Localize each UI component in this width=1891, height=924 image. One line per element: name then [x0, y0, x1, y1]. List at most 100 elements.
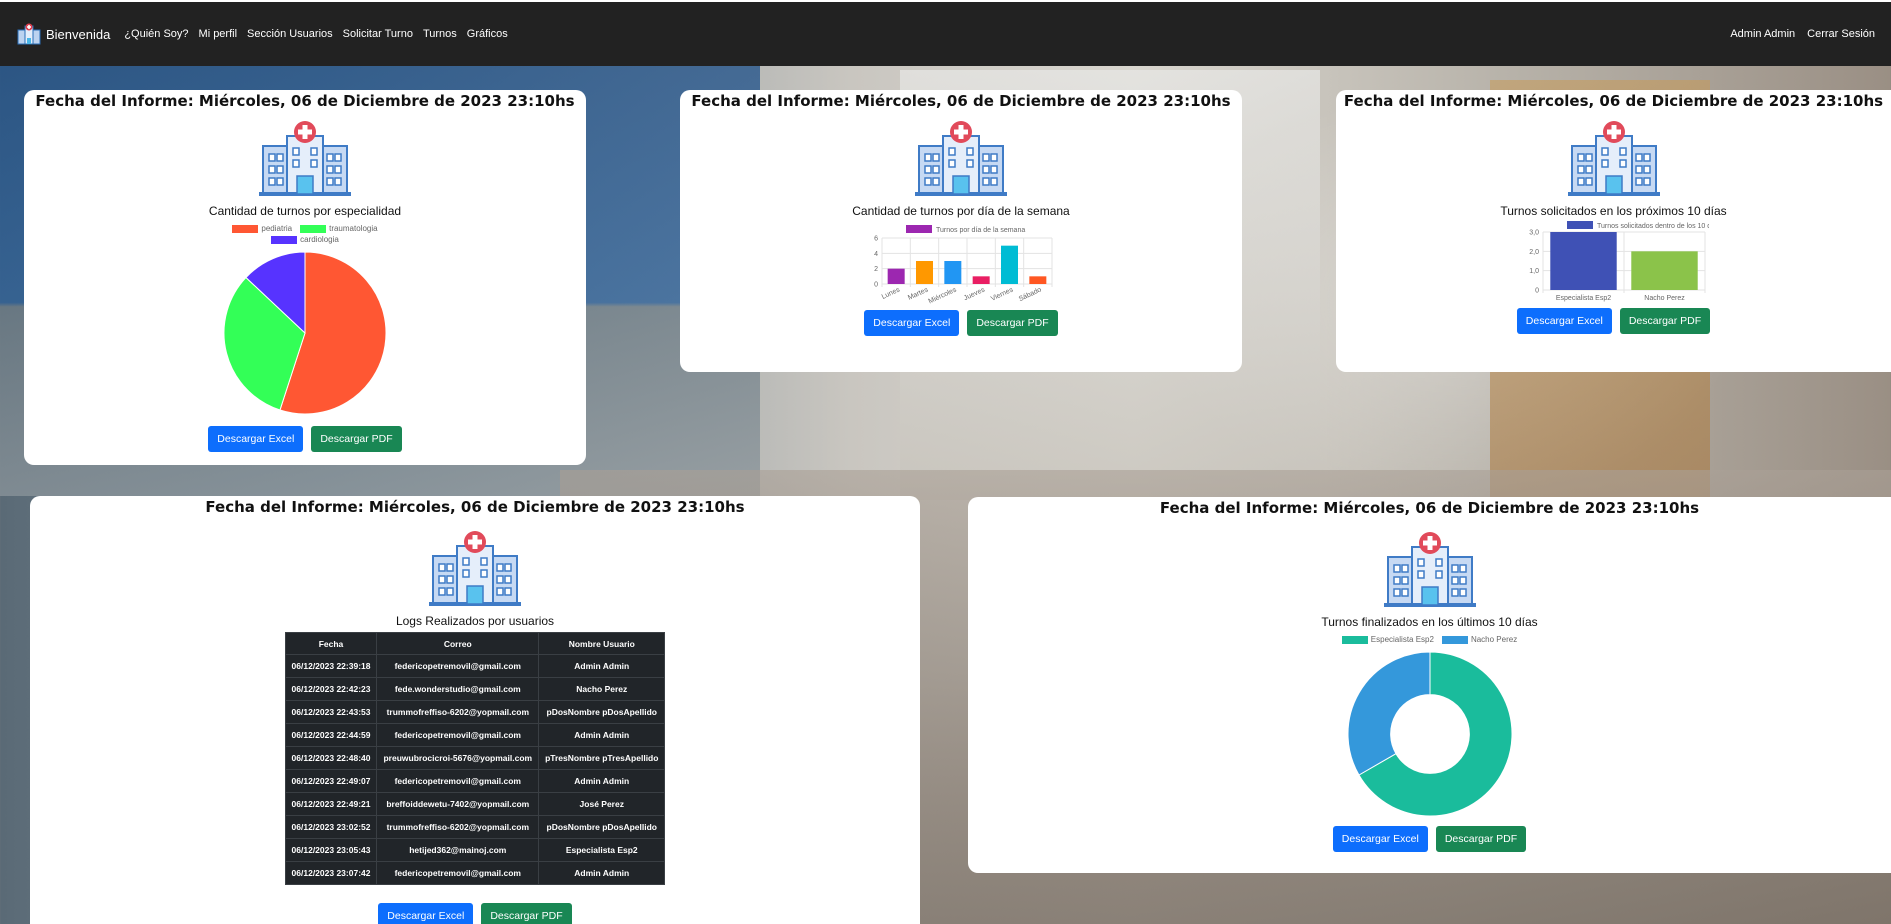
y-tick-label: 0 — [874, 282, 878, 289]
table-cell: 06/12/2023 22:43:53 — [284, 700, 378, 724]
table-row: 06/12/2023 22:49:21 breffoiddewetu-7402@y… — [284, 792, 666, 816]
bar-jueves[interactable] — [972, 276, 990, 284]
report-date: Fecha del Informe: Miércoles, 06 de Dici… — [1159, 499, 1700, 517]
y-tick-label: 2,0 — [1529, 249, 1539, 256]
bar-lunes[interactable] — [887, 268, 905, 284]
x-tick-label: Martes — [907, 286, 930, 302]
legend-item[interactable]: cardiologia — [271, 235, 339, 244]
legend-swatch — [300, 224, 327, 233]
table-cell: pTresNombre pTresApellido — [538, 746, 666, 770]
bar-nacho-perez[interactable] — [1630, 251, 1698, 290]
download-pdf-button[interactable]: Descargar PDF — [967, 310, 1058, 336]
bar-chart: Turnos solicitados dentro de los 10 días… — [1529, 221, 1709, 302]
table-cell: pDosNombre pDosApellido — [538, 815, 666, 839]
nav-solicitar-turno[interactable]: Solicitar Turno — [343, 28, 413, 40]
legend-label: cardiologia — [300, 235, 339, 244]
x-tick-label: Miércoles — [928, 286, 959, 304]
card-turnos-dia-semana: Fecha del Informe: Miércoles, 06 de Dici… — [680, 90, 1242, 372]
legend-label: pediatria — [261, 224, 293, 233]
x-tick-label: Nacho Perez — [1644, 295, 1685, 302]
bar-especialista-esp2[interactable] — [1549, 232, 1617, 290]
download-pdf-button[interactable]: Descargar PDF — [1619, 308, 1711, 334]
table-cell: 06/12/2023 22:48:40 — [284, 746, 378, 770]
chart-title: Cantidad de turnos por día de la semana — [852, 204, 1070, 218]
download-pdf-button[interactable]: Descargar PDF — [481, 903, 572, 924]
table-header-row: Fecha Correo Nombre Usuario — [284, 632, 666, 655]
table-cell: José Perez — [538, 792, 666, 816]
nav-logout[interactable]: Cerrar Sesión — [1807, 28, 1875, 40]
chart-title: Cantidad de turnos por especialidad — [208, 204, 402, 218]
table-cell: 06/12/2023 22:39:18 — [284, 654, 378, 678]
download-excel-button[interactable]: Descargar Excel — [1516, 308, 1612, 334]
download-excel-button[interactable]: Descargar Excel — [864, 310, 960, 336]
pie-chart — [223, 251, 387, 415]
brand-link[interactable]: Bienvenida — [16, 23, 110, 45]
download-pdf-button[interactable]: Descargar PDF — [1435, 826, 1527, 852]
nav-quien-soy[interactable]: ¿Quién Soy? — [124, 28, 188, 40]
table-cell: 06/12/2023 23:02:52 — [284, 815, 378, 839]
table-row: 06/12/2023 22:39:18 federicopetremovil@gm… — [284, 654, 666, 678]
download-excel-button[interactable]: Descargar Excel — [208, 426, 304, 452]
x-tick-label: Especialista Esp2 — [1555, 295, 1610, 302]
legend-item[interactable]: Nacho Perez — [1441, 635, 1517, 644]
bar-sábado[interactable] — [1029, 276, 1047, 284]
nav-user-name[interactable]: Admin Admin — [1730, 28, 1795, 40]
table-row: 06/12/2023 22:48:40 preuwubrocicroi-5676@… — [284, 746, 666, 770]
nav-mi-perfil[interactable]: Mi perfil — [199, 28, 238, 40]
legend-swatch — [232, 224, 259, 233]
bar-miércoles[interactable] — [944, 261, 962, 284]
hospital-logo-icon — [429, 531, 521, 606]
table-cell: federicopetremovil@gmail.com — [376, 769, 540, 793]
table-cell: hetijed362@mainoj.com — [376, 838, 540, 862]
nav-graficos[interactable]: Gráficos — [467, 28, 508, 40]
table-cell: 06/12/2023 22:42:23 — [284, 677, 378, 701]
table-cell: federicopetremovil@gmail.com — [376, 654, 540, 678]
hospital-logo-icon — [915, 121, 1007, 196]
brand-label: Bienvenida — [46, 26, 111, 42]
legend-item[interactable]: pediatria — [232, 224, 292, 233]
table-row: 06/12/2023 22:42:23 fede.wonderstudio@gma… — [284, 677, 666, 701]
card-turnos-proximos: Fecha del Informe: Miércoles, 06 de Dici… — [1336, 90, 1891, 372]
table-cell: Admin Admin — [538, 654, 666, 678]
table-cell: preuwubrocicroi-5676@yopmail.com — [376, 746, 540, 770]
nav-seccion-usuarios[interactable]: Sección Usuarios — [247, 28, 333, 40]
nav-turnos[interactable]: Turnos — [423, 28, 457, 40]
legend-swatch — [1566, 221, 1593, 229]
table-cell: Admin Admin — [538, 861, 666, 885]
legend-label: Turnos por día de la semana — [936, 227, 1025, 234]
chart-legend: pediatria traumatologia cardiologia — [225, 224, 385, 244]
download-excel-button[interactable]: Descargar Excel — [1332, 826, 1428, 852]
legend-item[interactable]: Especialista Esp2 — [1341, 635, 1434, 644]
table-cell: 06/12/2023 22:44:59 — [284, 723, 378, 747]
table-cell: 06/12/2023 22:49:21 — [284, 792, 378, 816]
download-excel-button[interactable]: Descargar Excel — [378, 903, 474, 924]
table-row: 06/12/2023 23:07:42 federicopetremovil@gm… — [284, 861, 666, 885]
y-tick-label: 2 — [874, 266, 878, 273]
x-tick-label: Lunes — [881, 286, 902, 301]
legend-label: Turnos solicitados dentro de los 10 días — [1597, 223, 1709, 230]
table-cell: federicopetremovil@gmail.com — [376, 861, 540, 885]
column-header: Correo — [376, 632, 540, 655]
table-row: 06/12/2023 22:44:59 federicopetremovil@gm… — [284, 723, 666, 747]
table-cell: 06/12/2023 22:49:07 — [284, 769, 378, 793]
chart-title: Turnos solicitados en los próximos 10 dí… — [1500, 204, 1727, 218]
doughnut-chart — [1347, 651, 1512, 817]
report-date: Fecha del Informe: Miércoles, 06 de Dici… — [691, 92, 1231, 110]
y-tick-label: 0 — [1535, 288, 1539, 295]
chart-title: Turnos finalizados en los últimos 10 día… — [1321, 615, 1538, 629]
slice-nacho-perez[interactable] — [1347, 651, 1430, 776]
table-row: 06/12/2023 22:43:53 trummofreffiso-6202@y… — [284, 700, 666, 724]
table-cell: Admin Admin — [538, 769, 666, 793]
legend-item[interactable]: traumatologia — [300, 224, 378, 233]
download-pdf-button[interactable]: Descargar PDF — [311, 426, 402, 452]
table-row: 06/12/2023 23:05:43 hetijed362@mainoj.com… — [284, 838, 666, 862]
card-turnos-especialidad: Fecha del Informe: Miércoles, 06 de Dici… — [24, 90, 586, 465]
nav-links: ¿Quién Soy? Mi perfil Sección Usuarios S… — [124, 28, 507, 40]
table-row: 06/12/2023 23:02:52 trummofreffiso-6202@y… — [284, 815, 666, 839]
y-tick-label: 3,0 — [1529, 230, 1539, 237]
bar-viernes[interactable] — [1001, 245, 1018, 284]
table-cell: breffoiddewetu-7402@yopmail.com — [376, 792, 540, 816]
legend-swatch — [271, 235, 298, 244]
bar-martes[interactable] — [916, 261, 933, 284]
table-cell: fede.wonderstudio@gmail.com — [376, 677, 540, 701]
